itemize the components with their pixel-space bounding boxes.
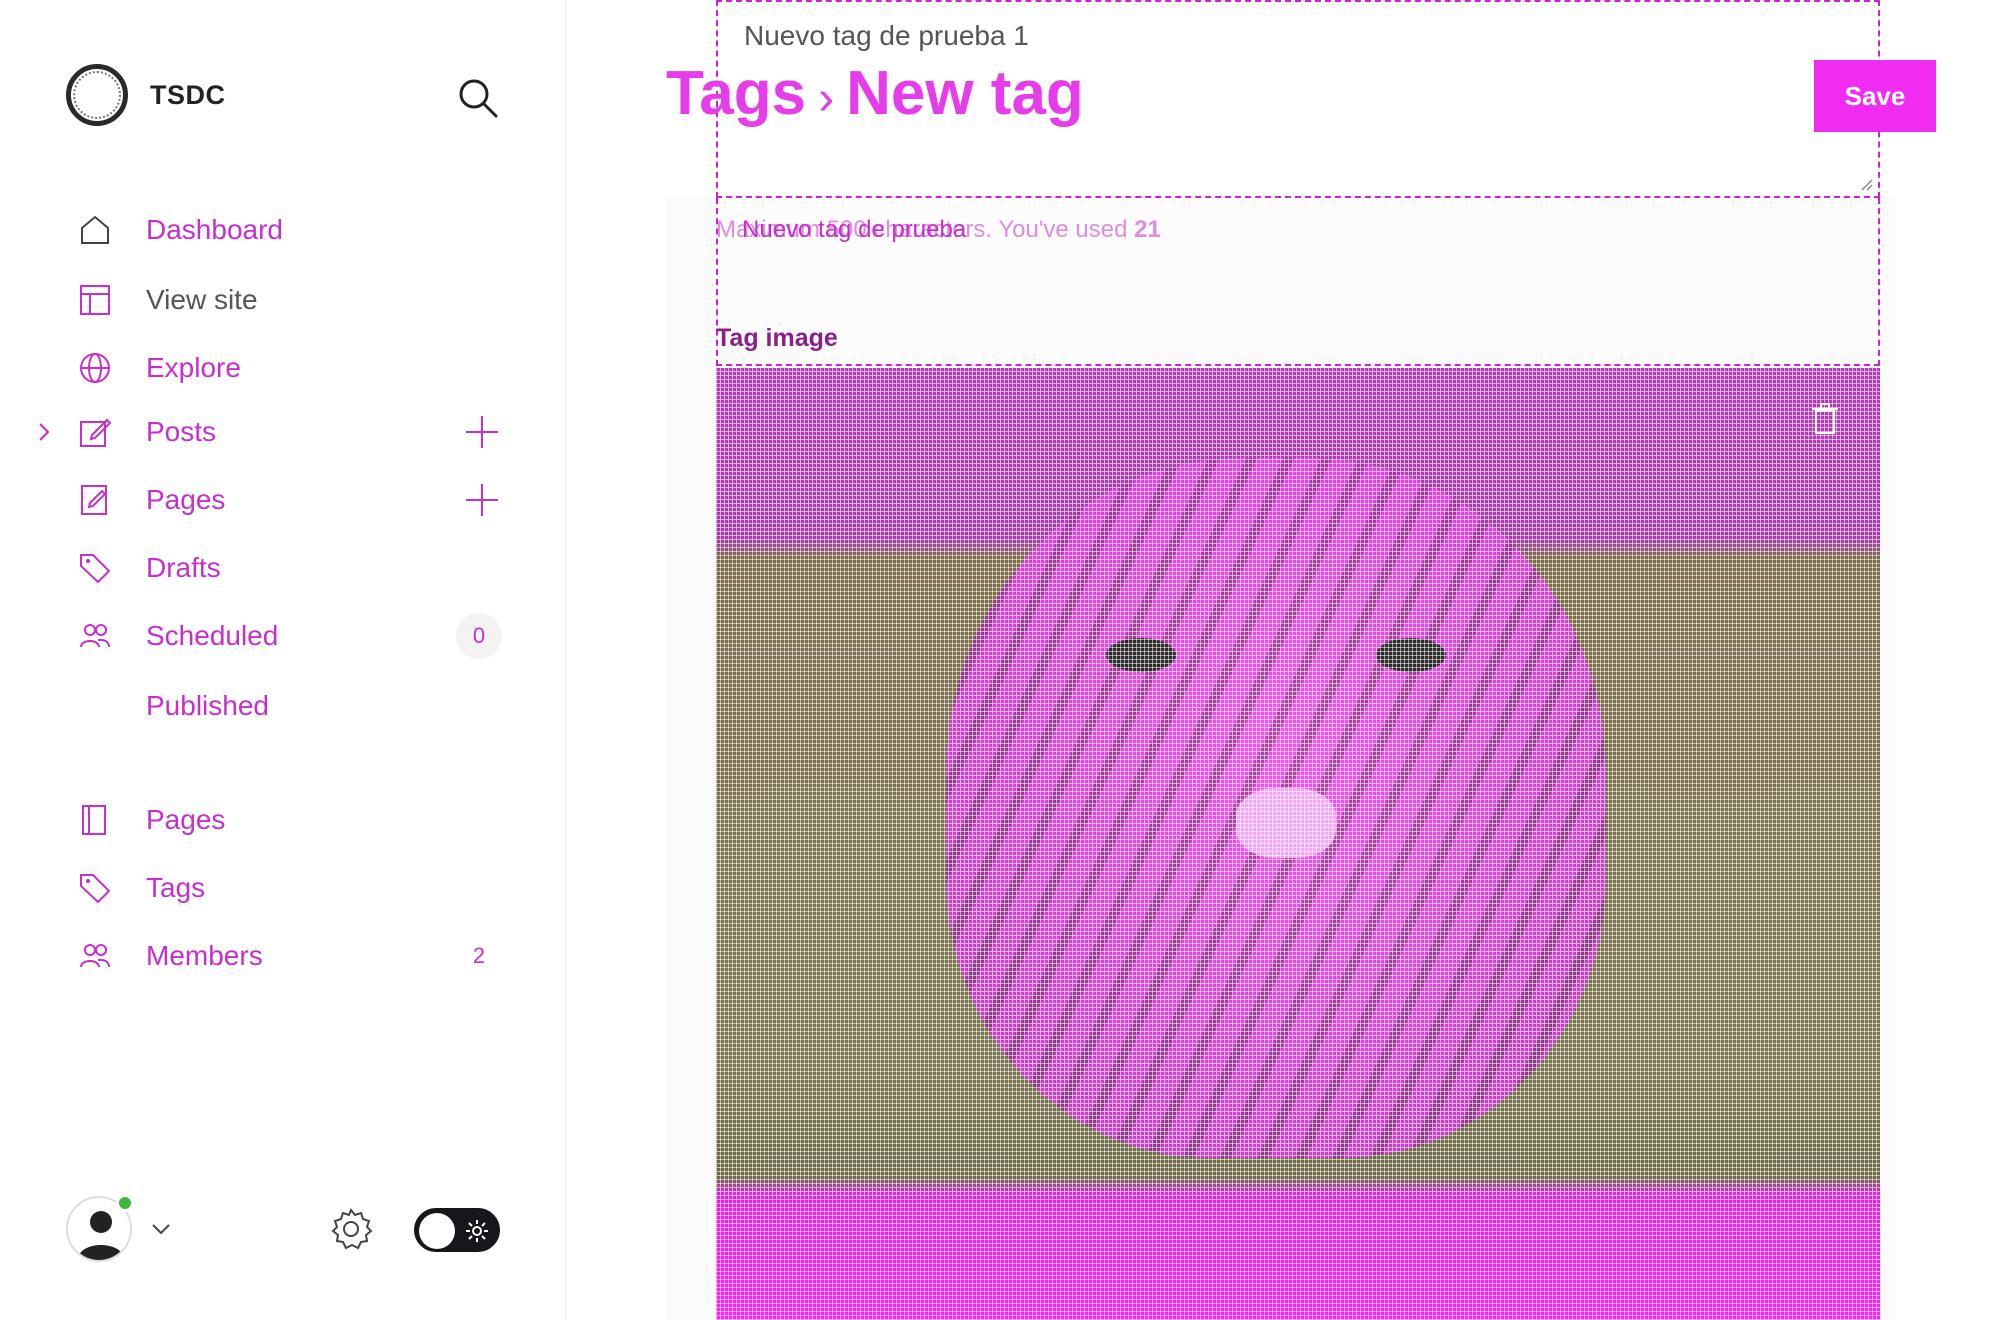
tag-image-label: Tag image [716, 324, 838, 352]
nav-item-dashboard[interactable]: Dashboard [0, 202, 566, 258]
members-count-badge: 2 [472, 943, 486, 968]
nav-label-posts: Posts [146, 416, 217, 447]
nav-item-pages[interactable]: Pages [0, 792, 566, 848]
breadcrumb-separator: › [818, 72, 835, 125]
nav-label-members: Members [146, 940, 263, 971]
nav-item-scheduled[interactable]: Scheduled 0 [0, 608, 566, 664]
main-content: Nuevo tag de prueba 1 Tags › New tag Save … [566, 0, 2000, 1320]
nav-item-published[interactable]: Published [0, 678, 566, 734]
edit-icon [80, 418, 112, 447]
nav-label-dashboard: Dashboard [146, 214, 283, 245]
nav-item-explore[interactable]: Explore [0, 340, 566, 396]
sidebar-footer [66, 1194, 506, 1266]
trash-icon[interactable] [1810, 402, 1840, 436]
chevron-down-icon[interactable] [148, 1216, 174, 1242]
home-icon [81, 215, 109, 244]
page-title: New tag [846, 59, 1084, 128]
description-helper-text: Maximum 500 characters. You've used [716, 216, 1128, 243]
scheduled-count-badge: 0 [456, 613, 502, 659]
nav-item-tags[interactable]: Tags [0, 860, 566, 916]
save-button[interactable]: Save [1814, 60, 1936, 132]
description-char-count: 21 [1134, 216, 1161, 243]
nav-item-pages-top[interactable]: Pages [0, 472, 566, 528]
gear-icon[interactable] [328, 1206, 374, 1252]
new-post-plus-icon[interactable] [462, 412, 502, 452]
site-name: TSDC [150, 79, 226, 110]
members-icon [80, 624, 110, 648]
nav-label-tags: Tags [146, 872, 206, 903]
nav-item-drafts[interactable]: Drafts [0, 540, 566, 596]
search-icon[interactable] [456, 76, 500, 120]
nav-label-pages-top: Pages [146, 484, 226, 515]
tag-title-value: Nuevo tag de prueba 1 [744, 20, 1029, 51]
breadcrumb-tags-link[interactable]: Tags [666, 59, 806, 128]
globe-icon [80, 353, 110, 383]
chevron-right-icon[interactable] [34, 418, 54, 446]
resize-grip-icon[interactable] [1860, 178, 1874, 192]
page-edit-icon [81, 485, 107, 515]
nav-item-view-site[interactable]: View site [0, 272, 566, 328]
site-logo [66, 64, 128, 126]
sun-icon [466, 1220, 488, 1242]
description-helper: Maximum 500 characters. You've used 21 [716, 216, 1161, 244]
toggle-knob [419, 1213, 455, 1249]
breadcrumb: Tags › New tag [666, 58, 1084, 129]
nav-label-drafts: Drafts [146, 552, 221, 583]
nav-label-pages: Pages [146, 804, 226, 835]
nav-label-explore: Explore [146, 352, 241, 383]
nav-label-view-site: View site [146, 284, 258, 315]
layout-icon [80, 285, 110, 315]
tag-image-preview[interactable] [716, 368, 1880, 1320]
tag-icon [80, 874, 111, 904]
online-status-dot [116, 1194, 134, 1212]
pages-icon [82, 805, 106, 835]
nav-label-scheduled: Scheduled [146, 620, 279, 651]
brand[interactable]: TSDC [66, 64, 226, 126]
sidebar: TSDC Dashboard View site Explore Posts P… [0, 0, 566, 1320]
nav-item-members[interactable]: Members 2 [0, 928, 566, 984]
new-page-plus-icon[interactable] [462, 480, 502, 520]
dark-mode-toggle[interactable] [414, 1208, 500, 1252]
members-icon [80, 944, 110, 968]
nav-label-published: Published [146, 690, 269, 721]
tag-icon [80, 554, 111, 584]
nav-item-posts[interactable]: Posts [0, 404, 566, 460]
image-dither-overlay [716, 368, 1880, 1320]
